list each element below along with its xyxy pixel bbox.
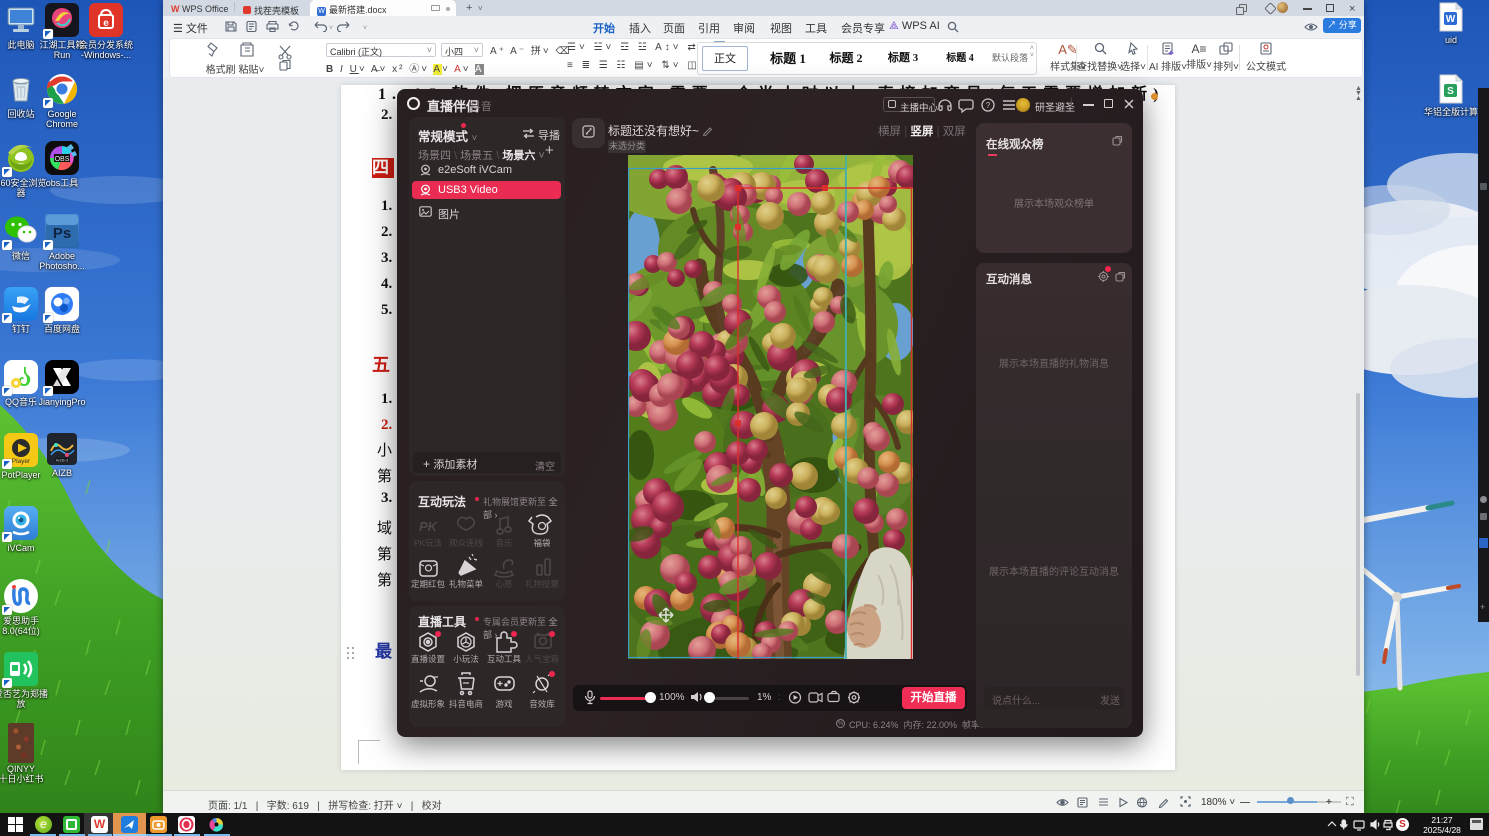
svg-text:观众连线: 观众连线: [449, 538, 484, 548]
svg-text:?: ?: [986, 101, 991, 110]
svg-text:音效库: 音效库: [529, 699, 555, 709]
svg-text:礼物菜单: 礼物菜单: [449, 579, 484, 589]
svg-text:心愿: 心愿: [495, 579, 513, 589]
svg-text:e: e: [103, 18, 109, 29]
svg-text:音乐: 音乐: [495, 538, 513, 548]
svg-text:直播设置: 直播设置: [411, 654, 446, 664]
svg-text:Player: Player: [12, 458, 31, 465]
svg-text:˅: ˅: [329, 25, 333, 32]
svg-text:OBS: OBS: [55, 156, 70, 163]
svg-text:W: W: [1446, 14, 1456, 25]
svg-text:AIZB-3: AIZB-3: [56, 458, 69, 463]
svg-text:˅: ˅: [363, 25, 367, 32]
svg-text:礼物投票: 礼物投票: [525, 579, 560, 589]
svg-text:小玩法: 小玩法: [453, 654, 479, 664]
svg-text:互动工具: 互动工具: [487, 654, 522, 664]
svg-text:人气宝箱: 人气宝箱: [525, 654, 560, 664]
svg-text:游戏: 游戏: [495, 699, 513, 709]
svg-text:虚拟形象: 虚拟形象: [411, 699, 446, 709]
svg-text:抖音电商: 抖音电商: [449, 699, 483, 709]
svg-text:PK玩法: PK玩法: [414, 538, 442, 548]
svg-text:Ps: Ps: [53, 225, 71, 242]
svg-text:PK: PK: [419, 519, 439, 534]
svg-text:S: S: [1447, 86, 1454, 97]
svg-text:福袋: 福袋: [533, 538, 551, 548]
svg-text:定期红包: 定期红包: [411, 579, 446, 589]
